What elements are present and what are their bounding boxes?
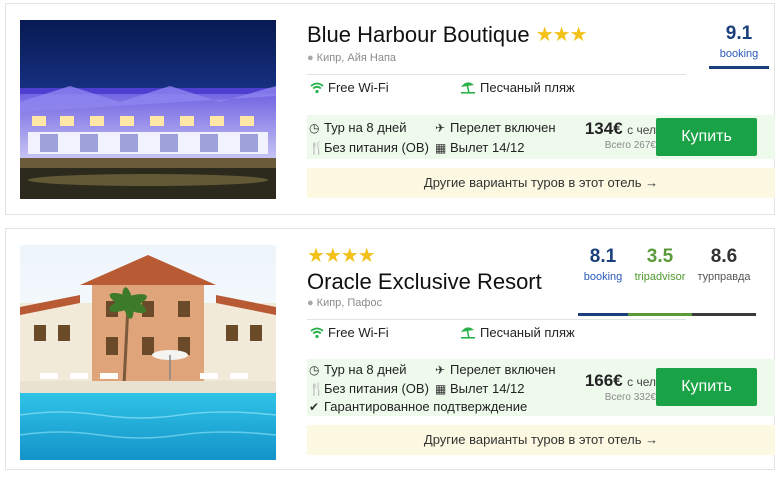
star-rating: ★★★ [535, 24, 588, 46]
calendar-icon: ▦ [435, 141, 447, 155]
price-total: Всего 332€ [604, 392, 656, 403]
fork-knife-icon: 🍴 [309, 382, 324, 396]
clock-icon: ◷ [309, 121, 320, 135]
rating-score: 8.1 [589, 246, 617, 267]
meal-text: Без питания (OB) [324, 140, 429, 155]
rating-score: 8.6 [710, 246, 738, 267]
rating-score: 9.1 [725, 23, 753, 44]
hotel-location: ● Кипр, Пафос [307, 297, 382, 309]
amenity-wifi: Free Wi-Fi [310, 325, 389, 340]
departure-date: ▦ Вылет 14/12 [435, 381, 525, 396]
plane-icon: ✈ [435, 363, 446, 377]
tour-duration-text: Тур на 8 дней [324, 120, 407, 135]
meal-plan: 🍴Без питания (OB) [309, 381, 429, 396]
rating-turpravda[interactable]: 8.6 турправда [692, 246, 756, 316]
hotel-name[interactable]: Blue Harbour Boutique ★★★ [307, 22, 588, 48]
price-total: Всего 267€ [604, 140, 656, 151]
price-value: 166€ [584, 371, 623, 390]
rating-source: booking [583, 271, 623, 283]
flight-info: ✈ Перелет включен [435, 362, 556, 377]
price-unit: с чел [627, 375, 656, 389]
departure-text: Вылет 14/12 [450, 140, 525, 155]
location-text: Кипр, Пафос [316, 297, 383, 309]
rating-source: booking [719, 48, 759, 60]
tour-duration-text: Тур на 8 дней [324, 362, 407, 377]
amenity-beach: Песчаный пляж [460, 80, 575, 95]
departure-text: Вылет 14/12 [450, 381, 525, 396]
hotel-card: Blue Harbour Boutique ★★★ ● Кипр, Айя Нап… [5, 3, 775, 215]
hotel-name-text[interactable]: Blue Harbour Boutique [307, 22, 530, 47]
tour-duration: ◷ Тур на 8 дней [309, 362, 407, 377]
hotel-name-text[interactable]: Oracle Exclusive Resort [307, 269, 542, 294]
beach-umbrella-icon [461, 327, 475, 339]
meal-plan: 🍴Без питания (OB) [309, 140, 429, 155]
rating-booking[interactable]: 9.1 booking [709, 23, 769, 69]
rating-bar [578, 313, 628, 316]
hotel-photo[interactable] [20, 20, 276, 199]
amenity-label: Free Wi-Fi [328, 325, 389, 340]
rating-bar [628, 313, 692, 316]
amenity-label: Песчаный пляж [480, 80, 575, 95]
flight-info: ✈ Перелет включен [435, 120, 556, 135]
price-value: 134€ [584, 119, 623, 138]
amenity-label: Песчаный пляж [480, 325, 575, 340]
hotel-name[interactable]: Oracle Exclusive Resort [307, 269, 542, 295]
rating-score: 3.5 [646, 246, 674, 267]
amenities-row: Free Wi-Fi Песчаный пляж [307, 74, 686, 96]
amenity-label: Free Wi-Fi [328, 80, 389, 95]
star-rating-row: ★★★★ [307, 243, 376, 269]
departure-date: ▦ Вылет 14/12 [435, 140, 525, 155]
hotel-card: ★★★★ Oracle Exclusive Resort ● Кипр, Пафо… [5, 228, 775, 470]
price-block: 134€ с чел Всего 267€ [571, 119, 656, 151]
more-tours-button[interactable]: Другие варианты туров в этот отель → [307, 425, 775, 455]
plane-icon: ✈ [435, 121, 446, 135]
buy-button[interactable]: Купить [656, 368, 757, 406]
flight-text: Перелет включен [450, 120, 556, 135]
calendar-icon: ▦ [435, 382, 447, 396]
price-block: 166€ с чел Всего 332€ [571, 371, 656, 403]
clock-icon: ◷ [309, 363, 320, 377]
meal-text: Без питания (OB) [324, 381, 429, 396]
rating-source: турправда [697, 271, 751, 283]
amenity-wifi: Free Wi-Fi [310, 80, 389, 95]
flight-text: Перелет включен [450, 362, 556, 377]
wifi-icon [310, 82, 324, 94]
amenities-row: Free Wi-Fi Песчаный пляж [307, 319, 686, 341]
guarantee-text: Гарантированное подтверждение [324, 399, 528, 414]
tour-duration: ◷ Тур на 8 дней [309, 120, 407, 135]
guarantee: ✔ Гарантированное подтверждение [309, 399, 527, 414]
map-pin-icon: ● [307, 52, 314, 64]
wifi-icon [310, 327, 324, 339]
fork-knife-icon: 🍴 [309, 141, 324, 155]
location-text: Кипр, Айя Напа [316, 52, 397, 64]
map-pin-icon: ● [307, 297, 314, 309]
buy-button[interactable]: Купить [656, 118, 757, 156]
beach-umbrella-icon [461, 82, 475, 94]
hotel-photo[interactable] [20, 245, 276, 460]
check-circle-icon: ✔ [309, 400, 320, 414]
rating-bar [692, 313, 756, 316]
rating-tripadvisor[interactable]: 3.5 tripadvisor [628, 246, 692, 316]
rating-source: tripadvisor [634, 271, 686, 283]
offer-box: ◷ Тур на 8 дней ✈ Перелет включен 🍴Без пит… [307, 115, 775, 159]
rating-booking[interactable]: 8.1 booking [578, 246, 628, 316]
hotel-location: ● Кипр, Айя Напа [307, 52, 396, 64]
offer-box: ◷ Тур на 8 дней ✈ Перелет включен 🍴Без пит… [307, 359, 775, 416]
rating-bar [709, 66, 769, 69]
amenity-beach: Песчаный пляж [460, 325, 575, 340]
star-rating: ★★★★ [307, 245, 376, 267]
price-unit: с чел [627, 123, 656, 137]
more-tours-button[interactable]: Другие варианты туров в этот отель → [307, 168, 775, 198]
